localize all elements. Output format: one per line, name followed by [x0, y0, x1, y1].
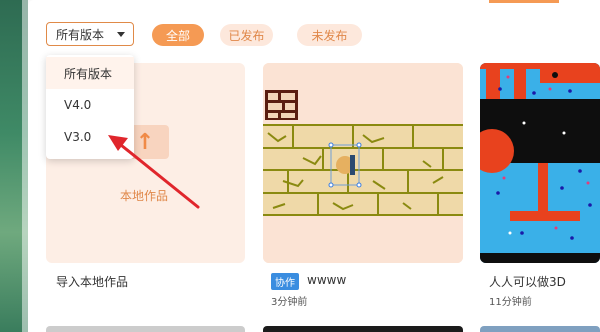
card-time-3d: 11分钟前: [489, 297, 532, 308]
card-time-wwww: 3分钟前: [271, 297, 308, 308]
work-thumbnail-3d: [480, 63, 600, 263]
upload-label: 本地作品: [120, 189, 169, 203]
work-card-wwww[interactable]: [263, 63, 463, 263]
next-row-card: [263, 326, 463, 332]
filter-unpublished[interactable]: 未发布: [297, 24, 362, 46]
next-row-card: [46, 326, 245, 332]
filter-published[interactable]: 已发布: [220, 24, 273, 46]
collab-badge: 协作: [271, 273, 299, 290]
dropdown-option-v4[interactable]: V4.0: [46, 89, 134, 121]
active-tab-indicator: [489, 0, 559, 3]
card-title-import: 导入本地作品: [56, 275, 129, 289]
version-select-value: 所有版本: [56, 27, 105, 42]
filter-all[interactable]: 全部: [152, 24, 204, 46]
version-select[interactable]: 所有版本: [46, 22, 134, 46]
card-title-3d[interactable]: 人人可以做3D: [489, 273, 566, 290]
card-title-wwww[interactable]: wwww: [307, 273, 346, 287]
background-strip: [0, 0, 28, 332]
next-row-card: [480, 326, 600, 332]
dropdown-option-v3[interactable]: V3.0: [46, 121, 134, 153]
version-dropdown-menu: 所有版本 V4.0 V3.0: [46, 55, 134, 159]
caret-down-icon: [117, 32, 125, 37]
works-panel: 所有版本 全部 已发布 未发布 所有版本 V4.0 V3.0 ↑ 本地作品 导入…: [28, 0, 600, 332]
work-card-3d[interactable]: [480, 63, 600, 263]
dropdown-option-all[interactable]: 所有版本: [46, 57, 134, 89]
work-thumbnail-wwww: [263, 63, 463, 263]
